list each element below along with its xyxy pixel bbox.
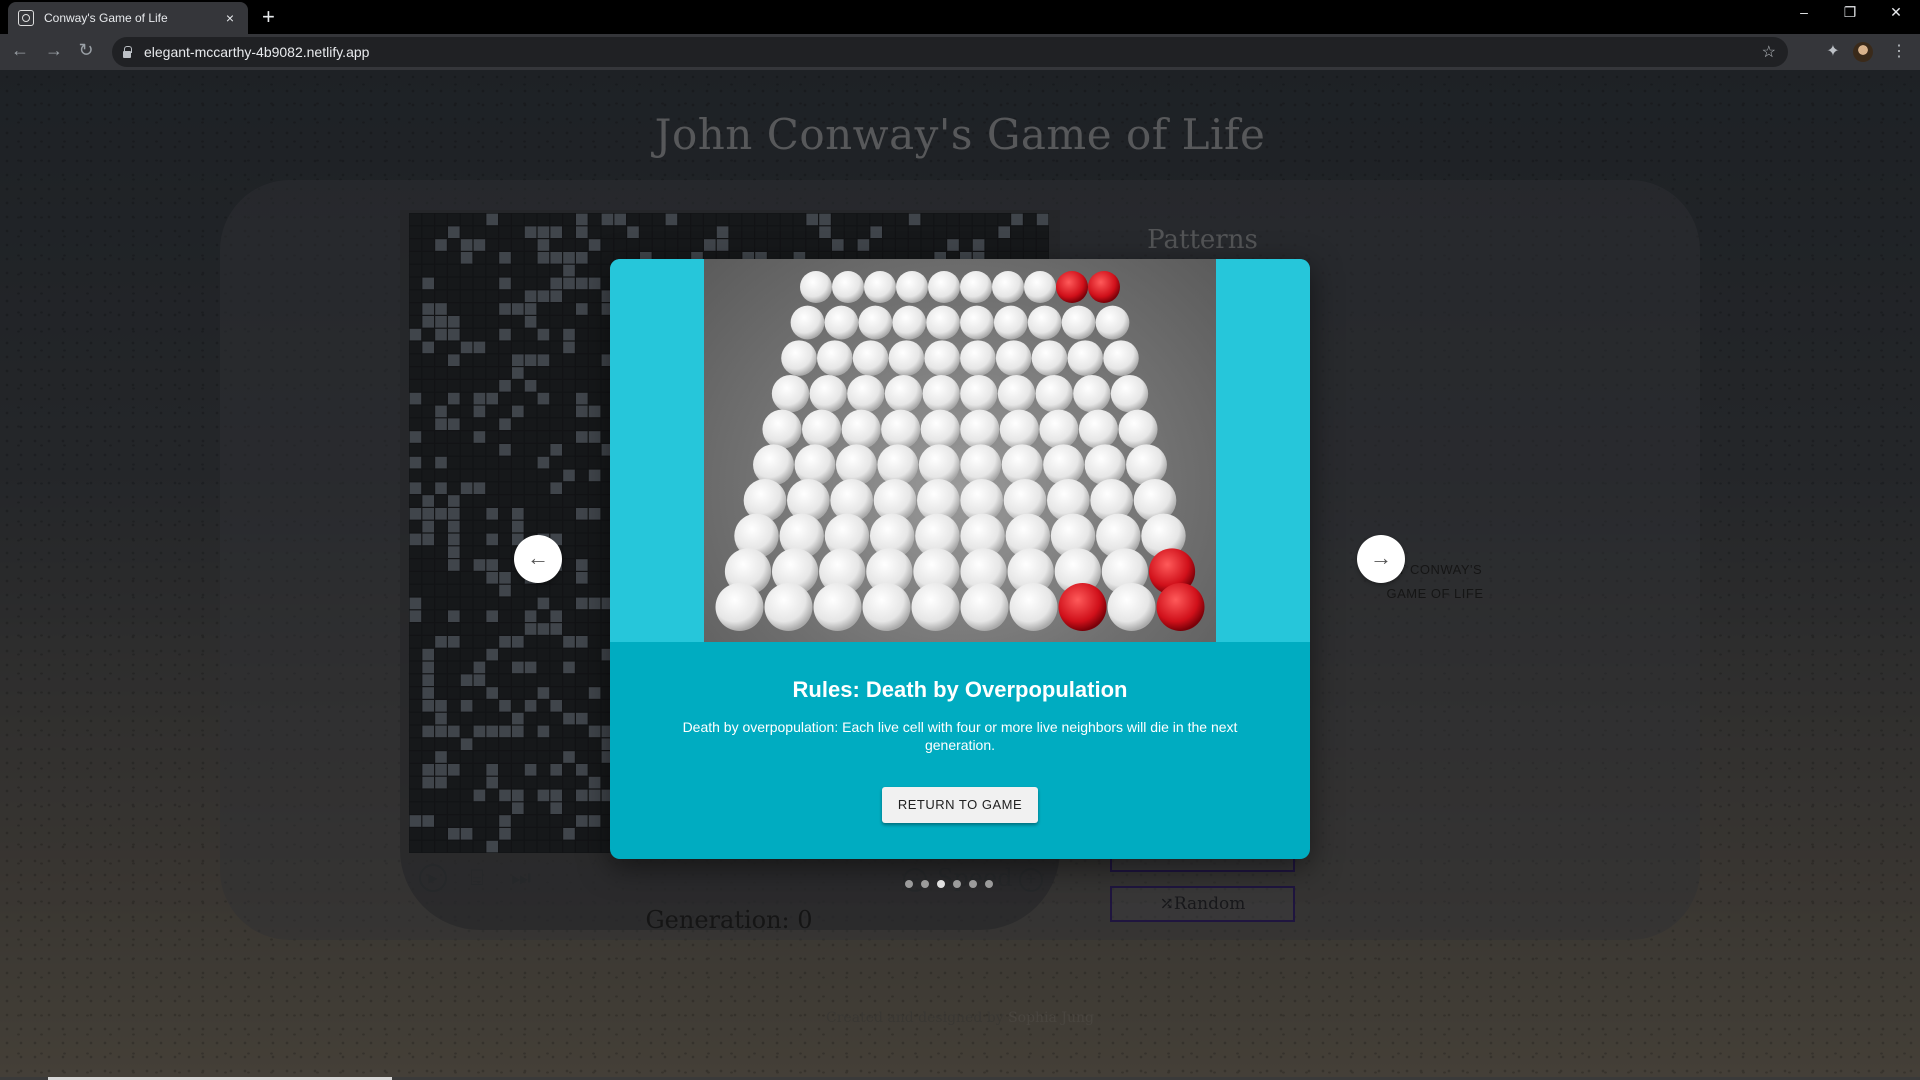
bookmark-star-icon[interactable]: ☆ bbox=[1762, 42, 1776, 62]
browser-toolbar: ← → ↻ elegant-mccarthy-4b9082.netlify.ap… bbox=[0, 34, 1920, 70]
slide-dot[interactable] bbox=[985, 880, 993, 888]
new-tab-icon[interactable]: + bbox=[262, 6, 275, 28]
slide-dot[interactable] bbox=[953, 880, 961, 888]
browser-tab[interactable]: Conway's Game of Life × bbox=[8, 2, 248, 34]
next-slide-arrow-icon[interactable]: → bbox=[1357, 535, 1405, 583]
modal-media bbox=[610, 259, 1310, 642]
tab-close-icon[interactable]: × bbox=[222, 10, 238, 26]
slide-dot[interactable] bbox=[905, 880, 913, 888]
lock-icon bbox=[122, 46, 132, 58]
tab-title: Conway's Game of Life bbox=[44, 11, 168, 25]
address-bar[interactable]: elegant-mccarthy-4b9082.netlify.app ☆ bbox=[112, 37, 1788, 67]
profile-avatar[interactable] bbox=[1853, 42, 1873, 62]
slide-dot[interactable] bbox=[969, 880, 977, 888]
rules-modal: Rules: Death by Overpopulation Death by … bbox=[610, 259, 1310, 859]
slide-dot[interactable] bbox=[921, 880, 929, 888]
browser-menu-icon[interactable]: ⋮ bbox=[1888, 41, 1910, 61]
forward-icon[interactable]: → bbox=[42, 40, 66, 61]
previous-slide-arrow-icon[interactable]: ← bbox=[514, 535, 562, 583]
window-close-icon[interactable]: ✕ bbox=[1876, 4, 1916, 21]
modal-description: Death by overpopulation: Each live cell … bbox=[682, 719, 1238, 753]
restore-icon[interactable]: ❐ bbox=[1830, 4, 1870, 21]
back-icon[interactable]: ← bbox=[8, 40, 32, 61]
return-to-game-button[interactable]: RETURN TO GAME bbox=[882, 787, 1038, 823]
overpopulation-illustration bbox=[704, 259, 1216, 642]
browser-tabbar: Conway's Game of Life × + – ❐ ✕ bbox=[0, 0, 1920, 34]
url-text: elegant-mccarthy-4b9082.netlify.app bbox=[144, 44, 370, 60]
slide-dot[interactable] bbox=[937, 880, 945, 888]
modal-title: Rules: Death by Overpopulation bbox=[792, 677, 1128, 702]
balls-grid-image bbox=[715, 271, 1205, 631]
reload-icon[interactable]: ↻ bbox=[74, 40, 98, 61]
minimize-icon[interactable]: – bbox=[1784, 4, 1824, 20]
slide-indicator bbox=[905, 880, 993, 890]
extensions-icon[interactable]: ✦ bbox=[1822, 41, 1844, 61]
tab-favicon-icon bbox=[18, 10, 34, 26]
